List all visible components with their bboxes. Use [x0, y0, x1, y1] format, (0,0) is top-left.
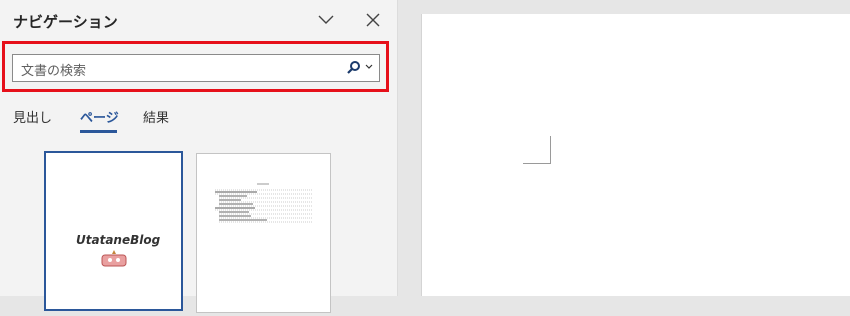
chevron-down-icon [318, 15, 334, 24]
document-page[interactable] [421, 14, 850, 296]
page-margin-mark [523, 136, 551, 164]
active-tab-indicator [80, 130, 117, 133]
page-thumbnail-2[interactable] [196, 153, 331, 313]
toc-page-preview [215, 183, 312, 223]
chevron-down-icon[interactable] [365, 64, 373, 70]
search-input[interactable]: 文書の検索 [12, 54, 380, 82]
tab-pages[interactable]: ページ [80, 107, 119, 126]
thumbnail-blog-title: UtataneBlog [76, 233, 161, 247]
search-placeholder: 文書の検索 [21, 64, 87, 79]
close-pane-button[interactable] [359, 6, 387, 34]
tab-headings[interactable]: 見出し [13, 107, 52, 126]
search-icon[interactable] [346, 60, 361, 75]
navigation-pane-title: ナビゲーション [13, 13, 118, 31]
navigation-pane: ナビゲーション 文書の検索 見出し ページ 結果 UtataneBlog [0, 0, 398, 313]
cat-illustration-icon [101, 250, 127, 267]
page-thumbnail-1[interactable]: UtataneBlog [44, 151, 183, 311]
close-icon [366, 13, 380, 27]
tab-results[interactable]: 結果 [143, 107, 169, 126]
pane-options-button[interactable] [312, 6, 340, 34]
